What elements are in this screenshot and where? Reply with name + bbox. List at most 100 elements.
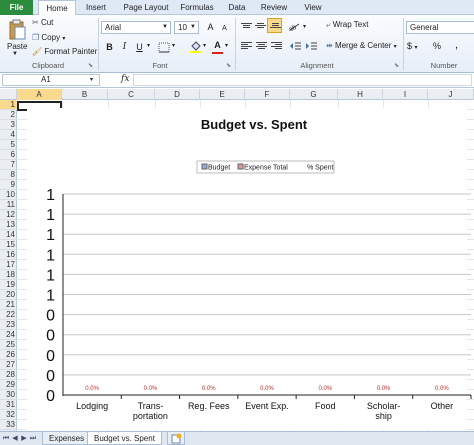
row-header[interactable]: 5 (0, 140, 17, 150)
row-header[interactable]: 10 (0, 190, 17, 200)
increase-indent-icon[interactable] (305, 41, 317, 51)
currency-button[interactable]: $ ▾ (407, 41, 418, 51)
clipboard-launcher-icon[interactable]: ⬊ (88, 62, 93, 69)
name-box[interactable]: A1 (2, 74, 100, 86)
select-all-corner[interactable] (0, 89, 17, 100)
row-header[interactable]: 25 (0, 340, 17, 350)
row-header[interactable]: 17 (0, 260, 17, 270)
row-header[interactable]: 6 (0, 150, 17, 160)
row-header[interactable]: 22 (0, 310, 17, 320)
font-color-button[interactable]: A (211, 39, 224, 52)
sheet-tab-expenses[interactable]: Expenses (42, 432, 92, 445)
wrap-text-button[interactable]: ⤶ Wrap Text (326, 20, 368, 30)
column-header[interactable]: I (383, 89, 428, 100)
borders-icon[interactable] (158, 42, 170, 53)
first-sheet-icon[interactable]: ⏮ (2, 434, 10, 443)
alignment-launcher-icon[interactable]: ⬊ (394, 62, 399, 69)
percent-button[interactable]: % (433, 41, 441, 51)
row-header[interactable]: 4 (0, 130, 17, 140)
row-header[interactable]: 14 (0, 230, 17, 240)
column-header[interactable]: A (17, 89, 62, 100)
cut-button[interactable]: ✂ Cut (32, 18, 53, 27)
row-header[interactable]: 15 (0, 240, 17, 250)
column-header[interactable]: E (200, 89, 245, 100)
prev-sheet-icon[interactable]: ◀ (11, 434, 19, 443)
tab-data[interactable]: Data (222, 0, 252, 15)
column-header[interactable]: C (108, 89, 155, 100)
fill-color-icon[interactable] (190, 40, 202, 53)
next-sheet-icon[interactable]: ▶ (20, 434, 28, 443)
column-header[interactable]: J (428, 89, 474, 100)
row-header[interactable]: 29 (0, 380, 17, 390)
tab-review[interactable]: Review (256, 0, 292, 15)
insert-function-icon[interactable]: fx (121, 74, 129, 84)
decrease-indent-icon[interactable] (289, 41, 301, 51)
column-header[interactable]: G (290, 89, 338, 100)
font-launcher-icon[interactable]: ⬊ (226, 62, 231, 69)
row-header[interactable]: 20 (0, 290, 17, 300)
row-header[interactable]: 23 (0, 320, 17, 330)
tab-file[interactable]: File (0, 0, 33, 15)
name-box-dropdown-icon[interactable]: ▾ (90, 76, 93, 83)
align-middle-icon[interactable] (255, 23, 266, 32)
font-size-select[interactable]: 10 ▼ (174, 21, 199, 34)
row-header[interactable]: 1 (0, 100, 17, 110)
row-header[interactable]: 18 (0, 270, 17, 280)
column-header[interactable]: B (62, 89, 108, 100)
borders-dropdown-icon[interactable]: ▾ (172, 42, 175, 49)
column-header[interactable]: H (338, 89, 383, 100)
paste-icon[interactable] (8, 19, 26, 41)
row-header[interactable]: 33 (0, 420, 17, 430)
align-center-icon[interactable] (256, 42, 267, 51)
tab-home[interactable]: Home (38, 0, 76, 16)
column-header[interactable]: F (245, 89, 290, 100)
row-header[interactable]: 31 (0, 400, 17, 410)
font-color-dropdown-icon[interactable]: ▾ (225, 42, 228, 49)
budget-vs-spent-chart[interactable]: Budget vs. Spent Budget Expense Total % Spe… (17, 100, 474, 431)
merge-center-button[interactable]: ⇹ Merge & Center ▾ (326, 41, 397, 50)
insert-sheet-icon[interactable] (167, 432, 185, 445)
row-header[interactable]: 9 (0, 180, 17, 190)
row-header[interactable]: 12 (0, 210, 17, 220)
paste-dropdown-icon[interactable]: ▼ (12, 51, 18, 57)
tab-formulas[interactable]: Formulas (176, 0, 218, 15)
bold-button[interactable]: B (103, 41, 116, 54)
underline-dropdown-icon[interactable]: ▾ (147, 42, 150, 49)
comma-button[interactable]: , (455, 39, 458, 51)
fill-color-dropdown-icon[interactable]: ▾ (203, 42, 206, 49)
number-format-select[interactable]: General (406, 21, 474, 34)
tab-view[interactable]: View (298, 0, 328, 15)
row-header[interactable]: 13 (0, 220, 17, 230)
row-header[interactable]: 8 (0, 170, 17, 180)
row-header[interactable]: 7 (0, 160, 17, 170)
row-header[interactable]: 28 (0, 370, 17, 380)
sheet-tab-budget-vs-spent[interactable]: Budget vs. Spent (87, 432, 162, 445)
format-painter-button[interactable]: 🖌 Format Painter (32, 47, 97, 56)
shrink-font-button[interactable]: A (218, 22, 231, 35)
row-header[interactable]: 30 (0, 390, 17, 400)
row-header[interactable]: 26 (0, 350, 17, 360)
row-header[interactable]: 16 (0, 250, 17, 260)
font-family-select[interactable]: Arial ▼ (101, 21, 171, 34)
align-left-icon[interactable] (241, 42, 252, 51)
row-header[interactable]: 2 (0, 110, 17, 120)
row-header[interactable]: 27 (0, 360, 17, 370)
copy-button[interactable]: ❐ Copy ▾ (32, 33, 65, 42)
orientation-icon[interactable]: ab (287, 21, 301, 34)
tab-page-layout[interactable]: Page Layout (118, 0, 174, 15)
align-bottom-button[interactable] (267, 18, 282, 33)
tab-insert[interactable]: Insert (78, 0, 114, 15)
italic-button[interactable]: I (118, 41, 131, 54)
align-top-icon[interactable] (241, 23, 252, 32)
grow-font-button[interactable]: A (204, 21, 217, 34)
row-header[interactable]: 21 (0, 300, 17, 310)
row-header[interactable]: 3 (0, 120, 17, 130)
row-header[interactable]: 32 (0, 410, 17, 420)
row-header[interactable]: 19 (0, 280, 17, 290)
row-header[interactable]: 24 (0, 330, 17, 340)
row-header[interactable]: 11 (0, 200, 17, 210)
formula-input[interactable] (133, 74, 472, 86)
align-right-icon[interactable] (271, 42, 282, 51)
paste-button-label[interactable]: Paste (7, 42, 27, 51)
column-header[interactable]: D (155, 89, 200, 100)
